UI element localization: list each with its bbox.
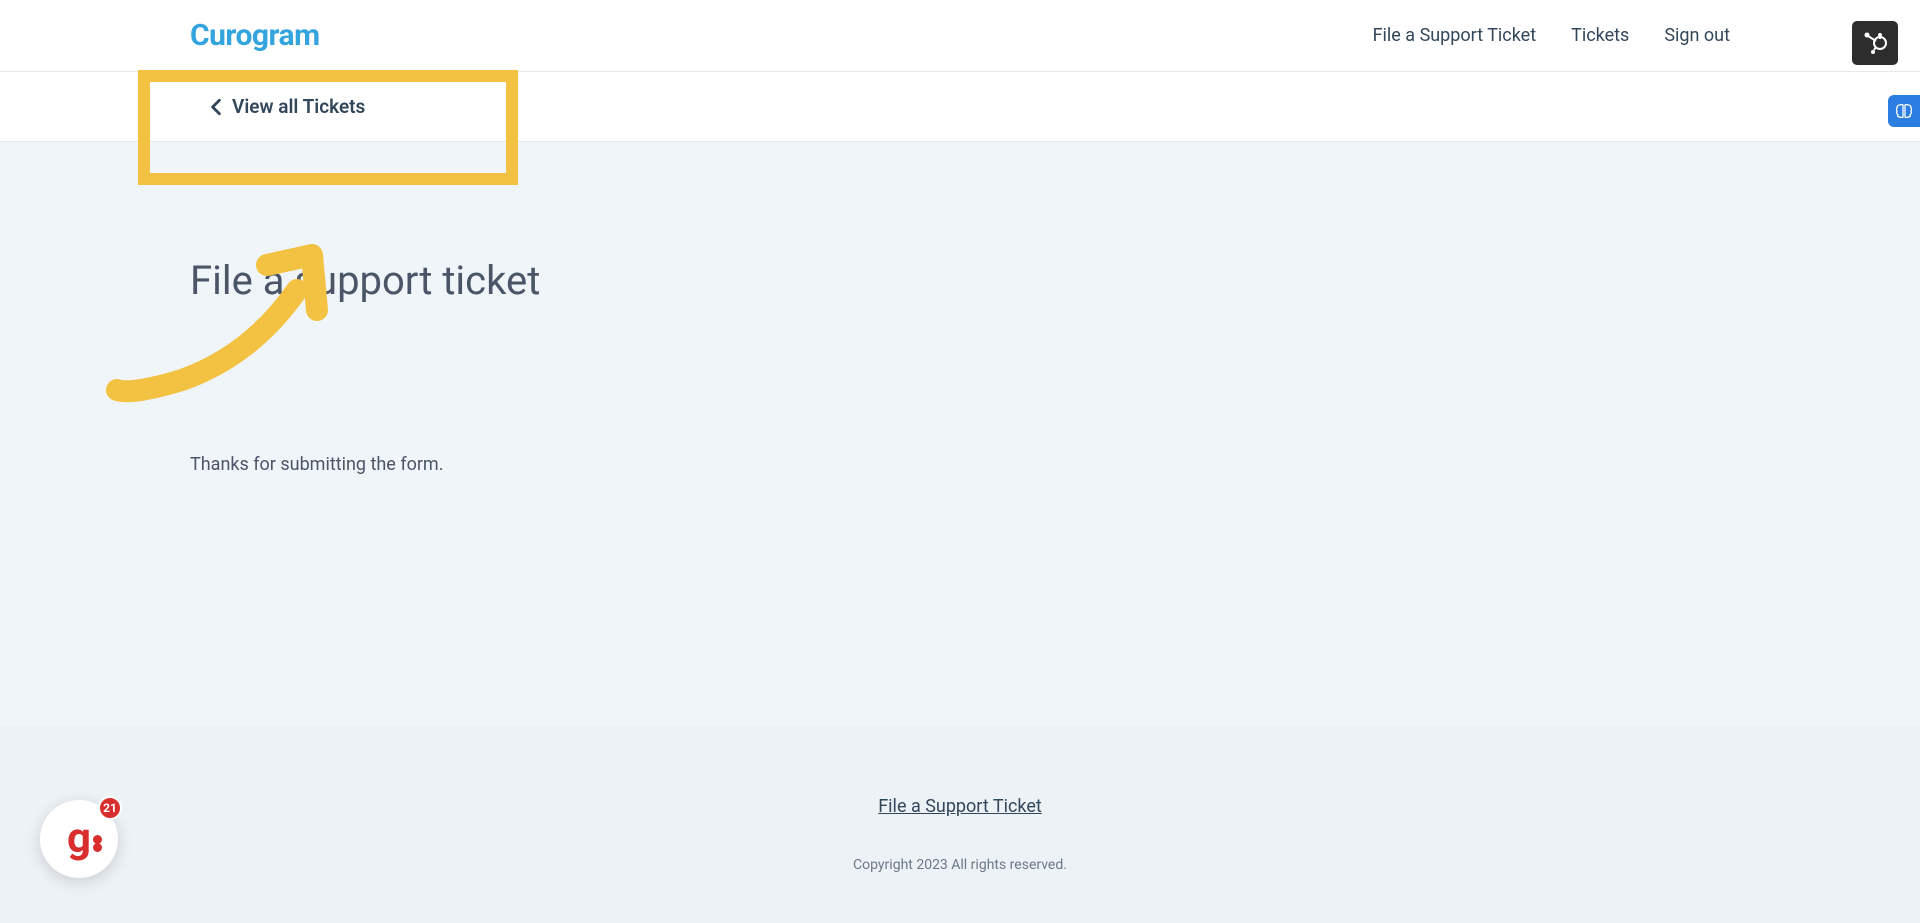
copyright-text: Copyright 2023 All rights reserved. — [0, 857, 1920, 873]
top-nav: File a Support Ticket Tickets Sign out — [1373, 25, 1730, 46]
hubspot-icon — [1862, 30, 1888, 56]
chevron-left-icon — [210, 98, 222, 116]
main-content: File a support ticket Thanks for submitt… — [0, 142, 1920, 475]
notification-count-badge: 21 — [98, 796, 122, 820]
brain-icon — [1894, 101, 1914, 121]
thanks-message: Thanks for submitting the form. — [190, 454, 1730, 475]
hubspot-badge-button[interactable] — [1852, 21, 1898, 65]
nav-file-ticket[interactable]: File a Support Ticket — [1373, 25, 1537, 46]
nav-sign-out[interactable]: Sign out — [1664, 25, 1730, 46]
nav-tickets[interactable]: Tickets — [1571, 25, 1629, 46]
main-header: Curogram File a Support Ticket Tickets S… — [0, 0, 1920, 72]
page-title: File a support ticket — [190, 257, 1730, 304]
page-footer: File a Support Ticket Copyright 2023 All… — [0, 726, 1920, 923]
view-all-tickets-label: View all Tickets — [232, 95, 365, 118]
sub-header: View all Tickets — [0, 72, 1920, 142]
brand-logo[interactable]: Curogram — [190, 18, 320, 53]
floating-badge-glyph: g — [67, 818, 91, 860]
footer-file-ticket-link[interactable]: File a Support Ticket — [878, 796, 1042, 817]
view-all-tickets-link[interactable]: View all Tickets — [210, 95, 365, 118]
side-widget-button[interactable] — [1888, 95, 1920, 127]
floating-app-badge[interactable]: g 21 — [40, 800, 118, 878]
